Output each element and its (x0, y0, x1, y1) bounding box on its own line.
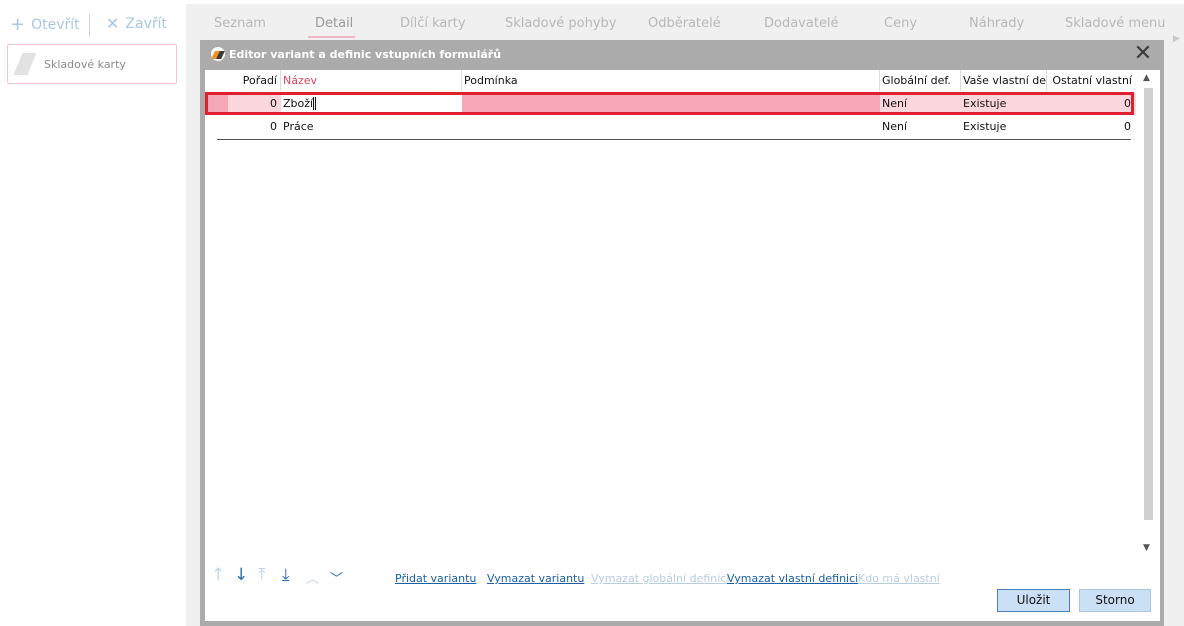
card-stripe-icon (13, 53, 37, 75)
variant-editor-dialog: Editor variant a definic vstupních formu… (200, 40, 1164, 626)
toolbar-divider (89, 14, 90, 36)
cell-condition[interactable] (462, 93, 880, 114)
delete-own-definition-link[interactable]: Vymazat vlastní definici (727, 572, 858, 585)
tab-bar: Seznam Detail Dílčí karty Skladové pohyb… (186, 16, 1184, 38)
grid-end-line (217, 139, 1131, 140)
plus-icon: + (10, 14, 26, 35)
tab-dodavatele[interactable]: Dodavatelé (764, 16, 839, 31)
move-up-icon[interactable]: ↑ (211, 565, 225, 585)
app-logo-icon (211, 47, 225, 61)
dialog-title-bar[interactable]: Editor variant a definic vstupních formu… (200, 40, 1164, 68)
chevron-down-icon[interactable]: ﹀ (330, 568, 343, 587)
tab-skladove-menu[interactable]: Skladové menu (1065, 16, 1166, 31)
cell-order: 0 (270, 97, 277, 110)
scrollbar-thumb[interactable] (1144, 88, 1153, 520)
cell-own-def: Existuje (963, 97, 1007, 110)
row-selector[interactable] (207, 93, 228, 114)
cell-name: Práce (283, 120, 314, 133)
table-row[interactable]: 0 Zboží Není Existuje 0 (207, 93, 1136, 114)
column-header-other-own[interactable]: Ostatní vlastní (1047, 70, 1136, 91)
add-variant-link[interactable]: Přidat variantu (395, 572, 476, 585)
dialog-close-icon[interactable]: ✕ (1131, 42, 1155, 66)
tab-ceny[interactable]: Ceny (884, 16, 917, 31)
grid-header: Pořadí Název Podmínka Globální def. Vaše… (207, 70, 1136, 92)
cell-condition (462, 116, 880, 137)
who-has-own-link[interactable]: Kdo má vlastní (858, 572, 940, 585)
open-button-label: Otevřít (31, 16, 80, 33)
tab-odberatele[interactable]: Odběratelé (648, 16, 721, 31)
tab-detail[interactable]: Detail (315, 16, 353, 31)
cell-name: Zboží (283, 97, 314, 110)
dialog-footer: ↑ ↓ ⤒ ⤓ ︿ ﹀ Přidat variantu Vymazat vari… (205, 560, 1160, 621)
dialog-title: Editor variant a definic vstupních formu… (229, 47, 502, 61)
column-header-order[interactable]: Pořadí (207, 70, 281, 91)
column-header-own-def[interactable]: Vaše vlastní def. (961, 70, 1047, 91)
cell-own-def: Existuje (963, 120, 1007, 133)
cell-global-def: Není (882, 120, 908, 133)
tab-scroll-right-icon[interactable]: ▶ (1173, 34, 1180, 44)
open-button[interactable]: + Otevřít (10, 14, 80, 35)
delete-global-definition-link[interactable]: Vymazat globální definici (591, 572, 729, 585)
grid-scrollbar[interactable]: ▲ ▼ (1140, 70, 1157, 562)
chevron-up-icon[interactable]: ︿ (306, 568, 319, 587)
move-to-top-icon[interactable]: ⤒ (258, 565, 266, 585)
name-edit-input[interactable]: Zboží (281, 93, 462, 114)
close-button-label: Zavřít (125, 15, 167, 32)
tab-nahrady[interactable]: Náhrady (969, 16, 1024, 31)
column-header-condition[interactable]: Podmínka (462, 70, 880, 91)
close-button[interactable]: ✕ Zavřít (106, 14, 167, 33)
tab-seznam[interactable]: Seznam (214, 16, 266, 31)
text-caret (315, 97, 317, 110)
scroll-up-icon[interactable]: ▲ (1143, 73, 1150, 83)
scroll-down-icon[interactable]: ▼ (1143, 543, 1150, 553)
app-toolbar: + Otevřít ✕ Zavřít (0, 0, 186, 44)
active-tab-underline (308, 36, 355, 38)
tab-skladove-pohyby[interactable]: Skladové pohyby (505, 16, 616, 31)
delete-variant-link[interactable]: Vymazat variantu (487, 572, 584, 585)
column-header-name[interactable]: Název (281, 70, 462, 91)
column-header-global-def[interactable]: Globální def. (880, 70, 961, 91)
dialog-content: Pořadí Název Podmínka Globální def. Vaše… (205, 70, 1160, 621)
sidebar-item-stock-cards[interactable]: Skladové karty (7, 44, 177, 84)
move-to-bottom-icon[interactable]: ⤓ (282, 565, 290, 585)
table-row[interactable]: 0 Práce Není Existuje 0 (207, 116, 1136, 137)
cell-order: 0 (270, 120, 277, 133)
save-button[interactable]: Uložit (997, 589, 1070, 612)
move-down-icon[interactable]: ↓ (234, 565, 248, 585)
cell-other-own: 0 (1124, 120, 1131, 133)
cancel-button[interactable]: Storno (1079, 589, 1151, 612)
close-icon: ✕ (106, 14, 120, 33)
cell-other-own: 0 (1124, 97, 1131, 110)
sidebar-item-label: Skladové karty (44, 57, 126, 71)
tab-dilci-karty[interactable]: Dílčí karty (400, 16, 466, 31)
cell-global-def: Není (882, 97, 908, 110)
